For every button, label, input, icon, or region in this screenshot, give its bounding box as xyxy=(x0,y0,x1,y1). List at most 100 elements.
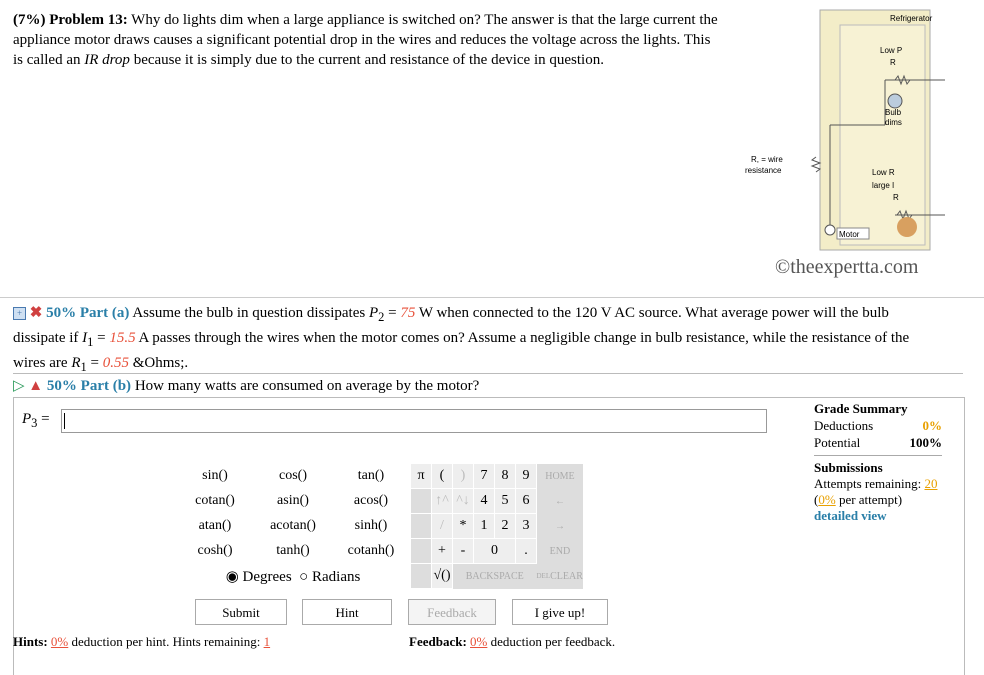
right-arrow-button[interactable]: → xyxy=(536,513,583,539)
sinh-button[interactable]: sinh() xyxy=(332,514,411,539)
i1-value: 15.5 xyxy=(109,330,136,346)
end-button[interactable]: END xyxy=(536,538,583,564)
digit-1[interactable]: 1 xyxy=(473,513,495,539)
tan-button[interactable]: tan() xyxy=(332,464,411,489)
problem-text-end: because it is simply due to the current … xyxy=(129,52,604,68)
home-button[interactable]: HOME xyxy=(536,463,583,489)
acotan-button[interactable]: acotan() xyxy=(254,514,332,539)
hint-button[interactable]: Hint xyxy=(302,599,392,625)
digit-3[interactable]: 3 xyxy=(515,513,537,539)
cos-button[interactable]: cos() xyxy=(254,464,332,489)
problem-header: (7%) Problem 13: xyxy=(13,12,128,28)
play-icon[interactable]: ▷ xyxy=(13,378,25,394)
left-arrow-button[interactable]: ← xyxy=(536,488,583,514)
potential-label: Potential xyxy=(814,435,861,450)
sin-button[interactable]: sin() xyxy=(176,464,254,489)
part-b-header: ▷ ▲ 50% Part (b) How many watts are cons… xyxy=(13,373,963,396)
large-i3-label: large I xyxy=(872,181,894,190)
backspace-button[interactable]: BACKSPACE xyxy=(452,563,537,589)
sqrt-button[interactable]: √() xyxy=(431,563,453,589)
decimal-button[interactable]: . xyxy=(515,538,537,564)
asin-button[interactable]: asin() xyxy=(254,489,332,514)
minus-button[interactable]: - xyxy=(452,538,474,564)
ir-drop-term: IR drop xyxy=(84,52,130,68)
angle-mode: ◉ Degrees ○ Radians xyxy=(176,564,411,589)
rparen-button[interactable]: ) xyxy=(452,463,474,489)
r1-wire-label: R, = wire xyxy=(751,155,783,164)
hints-info: Hints: 0% deduction per hint. Hints rema… xyxy=(13,634,271,649)
digit-4[interactable]: 4 xyxy=(473,488,495,514)
spacer xyxy=(410,488,432,514)
digit-9[interactable]: 9 xyxy=(515,463,537,489)
acos-button[interactable]: acos() xyxy=(332,489,411,514)
give-up-button[interactable]: I give up! xyxy=(512,599,608,625)
cotan-button[interactable]: cotan() xyxy=(176,489,254,514)
text-caret xyxy=(64,413,65,429)
problem-statement: (7%) Problem 13: Why do lights dim when … xyxy=(13,10,718,70)
refrigerator-label: Refrigerator xyxy=(890,14,933,23)
upbar-button[interactable]: ^↓ xyxy=(452,488,474,514)
attempts-label: Attempts remaining: xyxy=(814,476,925,491)
part-b-label[interactable]: 50% Part (b) xyxy=(47,378,131,394)
calculator-keypad: sin() cos() tan() π ( ) 7 8 9 HOME cotan… xyxy=(176,463,583,589)
spacer xyxy=(410,513,432,539)
eq: = xyxy=(384,305,401,321)
grade-title: Grade Summary xyxy=(814,401,908,416)
expand-icon[interactable]: + xyxy=(13,307,26,320)
clear-button[interactable]: CLEAR xyxy=(550,563,583,589)
part-a-label[interactable]: 50% Part (a) xyxy=(46,305,129,321)
submissions-title: Submissions xyxy=(814,460,883,475)
deductions-value: 0% xyxy=(922,418,943,433)
answer-input[interactable] xyxy=(61,409,767,433)
deductions-label: Deductions xyxy=(814,418,874,433)
resistance-label: resistance xyxy=(745,166,782,175)
degrees-radio[interactable]: ◉ Degrees xyxy=(226,569,292,585)
up-button[interactable]: ↑^ xyxy=(431,488,453,514)
p2-value: 75 xyxy=(400,305,416,321)
part-a-text: Assume the bulb in question dissipates xyxy=(129,305,369,321)
eq3: = xyxy=(86,355,103,371)
divide-button[interactable]: / xyxy=(431,513,453,539)
grade-summary: Grade Summary Deductions 0% Potential 100%… xyxy=(814,401,943,524)
lparen-button[interactable]: ( xyxy=(431,463,453,489)
atan-button[interactable]: atan() xyxy=(176,514,254,539)
circuit-diagram: Refrigerator Low P R Bulb dims R, = wire… xyxy=(745,9,945,251)
r3-label: R xyxy=(893,193,899,202)
multiply-button[interactable]: * xyxy=(452,513,474,539)
warning-icon: ▲ xyxy=(28,378,44,394)
radians-radio[interactable]: ○ Radians xyxy=(299,569,360,585)
cosh-button[interactable]: cosh() xyxy=(176,539,254,564)
part-a: + ✖ 50% Part (a) Assume the bulb in ques… xyxy=(13,305,910,374)
answer-label: P3 = xyxy=(22,411,50,430)
spacer xyxy=(410,563,432,589)
r1-value: 0.55 xyxy=(102,355,129,371)
motor-label: Motor xyxy=(839,230,860,239)
per-attempt-value: 0% xyxy=(818,492,836,507)
digit-0[interactable]: 0 xyxy=(473,538,516,564)
incorrect-icon: ✖ xyxy=(29,305,43,321)
del-button[interactable]: DEL xyxy=(536,563,551,589)
r2-label: R xyxy=(890,58,896,67)
digit-5[interactable]: 5 xyxy=(494,488,516,514)
spacer xyxy=(410,538,432,564)
tanh-button[interactable]: tanh() xyxy=(254,539,332,564)
copyright-credit: ©theexpertta.com xyxy=(775,256,919,278)
digit-7[interactable]: 7 xyxy=(473,463,495,489)
detailed-view-link[interactable]: detailed view xyxy=(814,508,942,524)
bulb-label: Bulb xyxy=(885,108,902,117)
pi-button[interactable]: π xyxy=(410,463,432,489)
feedback-info: Feedback: 0% deduction per feedback. xyxy=(409,634,616,649)
part-a-text-4: &Ohms;. xyxy=(128,355,189,371)
part-b-question: How many watts are consumed on average b… xyxy=(131,378,480,394)
eq2: = xyxy=(93,330,110,346)
low-r3-label: Low R xyxy=(872,168,895,177)
digit-8[interactable]: 8 xyxy=(494,463,516,489)
digit-6[interactable]: 6 xyxy=(515,488,537,514)
plus-button[interactable]: + xyxy=(431,538,453,564)
feedback-button[interactable]: Feedback xyxy=(408,599,496,625)
p2-symbol: P xyxy=(368,305,379,321)
submit-button[interactable]: Submit xyxy=(195,599,287,625)
attempts-value: 20 xyxy=(924,476,938,491)
cotanh-button[interactable]: cotanh() xyxy=(332,539,411,564)
digit-2[interactable]: 2 xyxy=(494,513,516,539)
